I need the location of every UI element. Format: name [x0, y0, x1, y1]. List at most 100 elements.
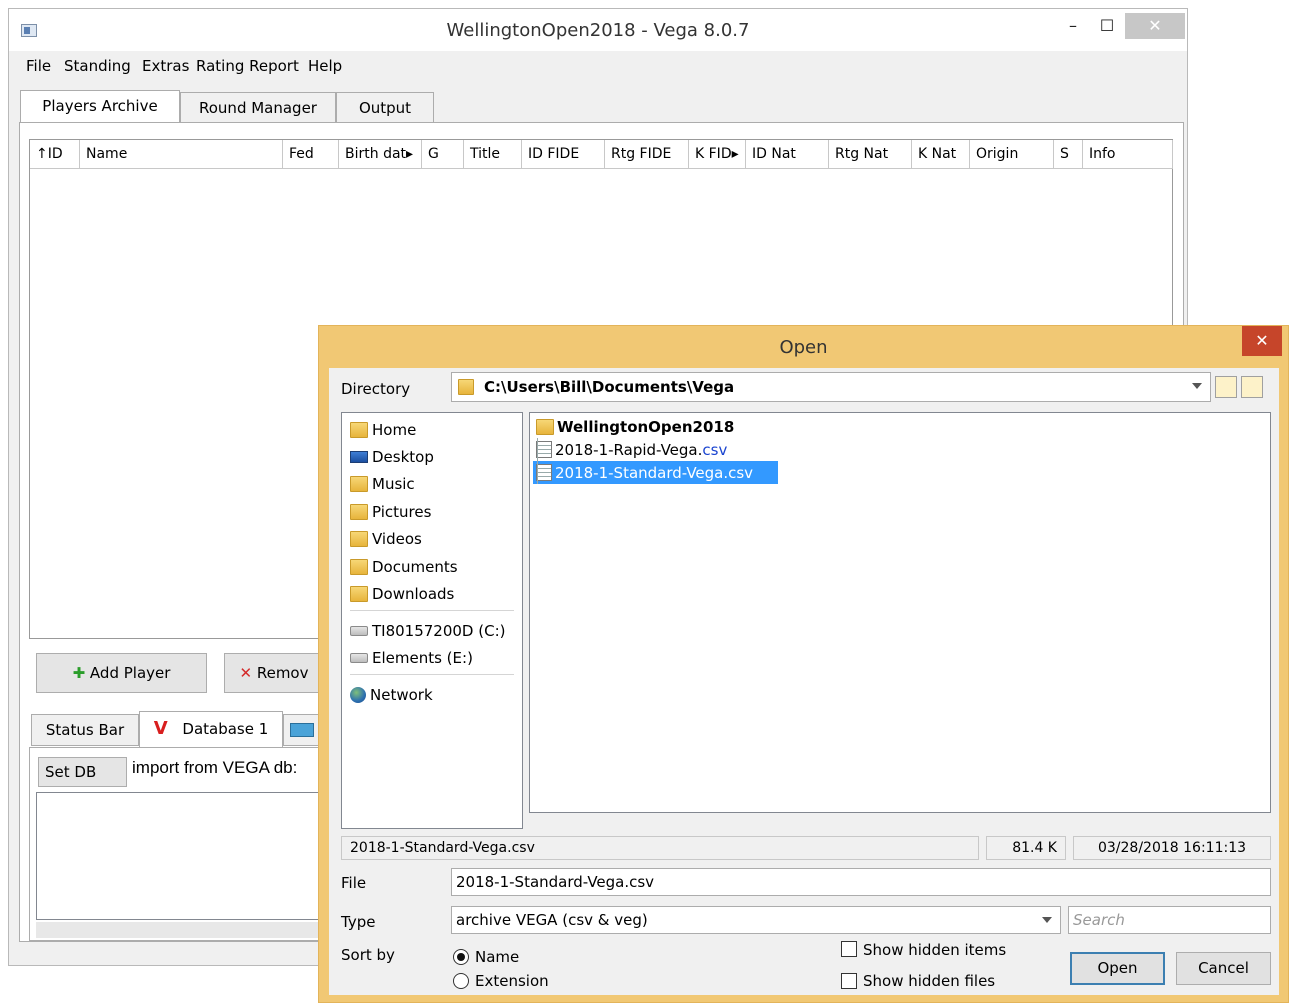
minimize-button[interactable]: –: [1059, 13, 1087, 39]
status-strip: [36, 922, 326, 938]
menu-standing[interactable]: Standing: [64, 57, 131, 75]
tab-status-bar[interactable]: Status Bar: [31, 714, 139, 746]
show-hidden-items-checkbox[interactable]: [841, 941, 857, 957]
sidebar-item-label: TI80157200D (C:): [372, 622, 506, 640]
directory-label: Directory: [341, 380, 411, 398]
tab-players-archive[interactable]: Players Archive: [20, 90, 180, 124]
set-db-button[interactable]: Set DB: [38, 757, 127, 787]
dialog-title-bar: Open ✕: [319, 326, 1288, 368]
sidebar-item-label: Videos: [372, 530, 422, 548]
dialog-title: Open: [779, 337, 828, 358]
sidebar-item-label: Music: [372, 475, 415, 493]
menu-file[interactable]: File: [26, 57, 51, 75]
col-id-nat[interactable]: ID Nat: [746, 140, 829, 169]
status-size: 81.4 K: [986, 836, 1066, 860]
remove-icon: ✕: [239, 664, 253, 682]
directory-combo[interactable]: C:\Users\Bill\Documents\Vega: [451, 372, 1211, 402]
new-folder-icon[interactable]: [1241, 376, 1263, 398]
file-extension: csv: [702, 440, 728, 459]
open-dialog: Open ✕ Directory C:\Users\Bill\Documents…: [318, 325, 1289, 1003]
dialog-close-button[interactable]: ✕: [1242, 326, 1282, 356]
col-s[interactable]: S: [1054, 140, 1083, 169]
db-log-area[interactable]: [36, 792, 326, 920]
list-item-file[interactable]: 2018-1-Rapid-Vega. csv: [533, 438, 778, 461]
col-name[interactable]: Name: [80, 140, 283, 169]
window-title: WellingtonOpen2018 - Vega 8.0.7: [446, 20, 750, 41]
show-hidden-files-checkbox[interactable]: [841, 973, 857, 989]
sidebar-item-drive-c[interactable]: TI80157200D (C:): [350, 619, 505, 643]
sidebar-item-label: Home: [372, 421, 417, 439]
sidebar-item-home[interactable]: Home: [350, 418, 416, 442]
show-hidden-files-label: Show hidden files: [863, 972, 996, 990]
col-rtg-fide[interactable]: Rtg FIDE: [605, 140, 689, 169]
sort-name-radio[interactable]: [453, 949, 469, 965]
file-type-select[interactable]: archive VEGA (csv & veg): [451, 906, 1061, 934]
remove-label: Remov: [256, 664, 309, 682]
sort-name-label: Name: [475, 948, 520, 966]
network-icon: [350, 687, 366, 703]
sidebar-item-documents[interactable]: Documents: [350, 555, 458, 579]
file-name: WellingtonOpen2018: [557, 417, 735, 436]
col-origin[interactable]: Origin: [970, 140, 1054, 169]
parent-folder-icon[interactable]: [1215, 376, 1237, 398]
col-k-fide[interactable]: K FID▸: [689, 140, 746, 169]
tab-round-manager[interactable]: Round Manager: [180, 92, 336, 124]
col-birth-date[interactable]: Birth dat▸: [339, 140, 422, 169]
tab-database-1[interactable]: V Database 1: [139, 711, 283, 748]
sort-extension-label: Extension: [475, 972, 549, 990]
file-list[interactable]: WellingtonOpen2018 2018-1-Rapid-Vega. csv…: [529, 412, 1271, 813]
col-gender[interactable]: G: [422, 140, 464, 169]
sidebar-item-label: Documents: [372, 558, 458, 576]
sidebar-item-network[interactable]: Network: [350, 683, 433, 707]
sidebar-item-label: Network: [370, 686, 433, 704]
sidebar-item-downloads[interactable]: Downloads: [350, 582, 454, 606]
tab-output[interactable]: Output: [336, 92, 434, 124]
drive-icon: [350, 653, 368, 663]
sidebar-item-pictures[interactable]: Pictures: [350, 500, 431, 524]
col-fed[interactable]: Fed: [283, 140, 339, 169]
tab-extra[interactable]: [283, 714, 321, 746]
file-extension: csv: [728, 463, 754, 482]
sort-extension-radio[interactable]: [453, 973, 469, 989]
menu-bar: File Standing Extras Rating Report Help: [9, 51, 1187, 81]
menu-help[interactable]: Help: [308, 57, 342, 75]
sidebar-item-music[interactable]: Music: [350, 472, 415, 496]
add-player-button[interactable]: ✚ Add Player: [36, 653, 207, 693]
col-k-nat[interactable]: K Nat: [912, 140, 970, 169]
pictures-folder-icon: [350, 504, 368, 520]
file-type-value: archive VEGA (csv & veg): [456, 911, 648, 929]
desktop-icon: [350, 451, 368, 463]
col-rtg-nat[interactable]: Rtg Nat: [829, 140, 912, 169]
list-item-file-selected[interactable]: 2018-1-Standard-Vega. csv: [533, 461, 778, 484]
title-bar: WellingtonOpen2018 - Vega 8.0.7 – ☐ ✕: [9, 9, 1187, 51]
file-name: 2018-1-Standard-Vega.: [555, 463, 729, 482]
col-id[interactable]: ↑ID: [30, 140, 80, 169]
folder-icon: [536, 418, 554, 435]
col-id-fide[interactable]: ID FIDE: [522, 140, 605, 169]
col-title[interactable]: Title: [464, 140, 522, 169]
close-button[interactable]: ✕: [1125, 13, 1185, 39]
open-button[interactable]: Open: [1070, 952, 1165, 985]
sidebar-item-videos[interactable]: Videos: [350, 527, 422, 551]
spreadsheet-file-icon: [536, 464, 552, 481]
cancel-button[interactable]: Cancel: [1176, 952, 1271, 985]
spreadsheet-file-icon: [536, 441, 552, 458]
sidebar-item-desktop[interactable]: Desktop: [350, 445, 434, 469]
status-modified: 03/28/2018 16:11:13: [1073, 836, 1271, 860]
sync-icon: [290, 723, 314, 737]
database-tab-label: Database 1: [182, 720, 269, 738]
maximize-button[interactable]: ☐: [1093, 13, 1121, 39]
menu-extras[interactable]: Extras: [142, 57, 189, 75]
list-item-folder[interactable]: WellingtonOpen2018: [533, 415, 778, 438]
col-info[interactable]: Info: [1083, 140, 1173, 169]
status-filename: 2018-1-Standard-Vega.csv: [341, 836, 979, 860]
dialog-body: Directory C:\Users\Bill\Documents\Vega H…: [329, 368, 1279, 995]
directory-path: C:\Users\Bill\Documents\Vega: [484, 378, 735, 396]
import-label: import from VEGA db:: [132, 758, 298, 777]
add-icon: ✚: [72, 664, 86, 682]
search-input[interactable]: Search: [1068, 906, 1271, 934]
menu-rating-report[interactable]: Rating Report: [196, 57, 299, 75]
remove-player-button[interactable]: ✕ Remov: [224, 653, 324, 693]
sidebar-item-drive-e[interactable]: Elements (E:): [350, 646, 473, 670]
file-name-input[interactable]: 2018-1-Standard-Vega.csv: [451, 868, 1271, 896]
